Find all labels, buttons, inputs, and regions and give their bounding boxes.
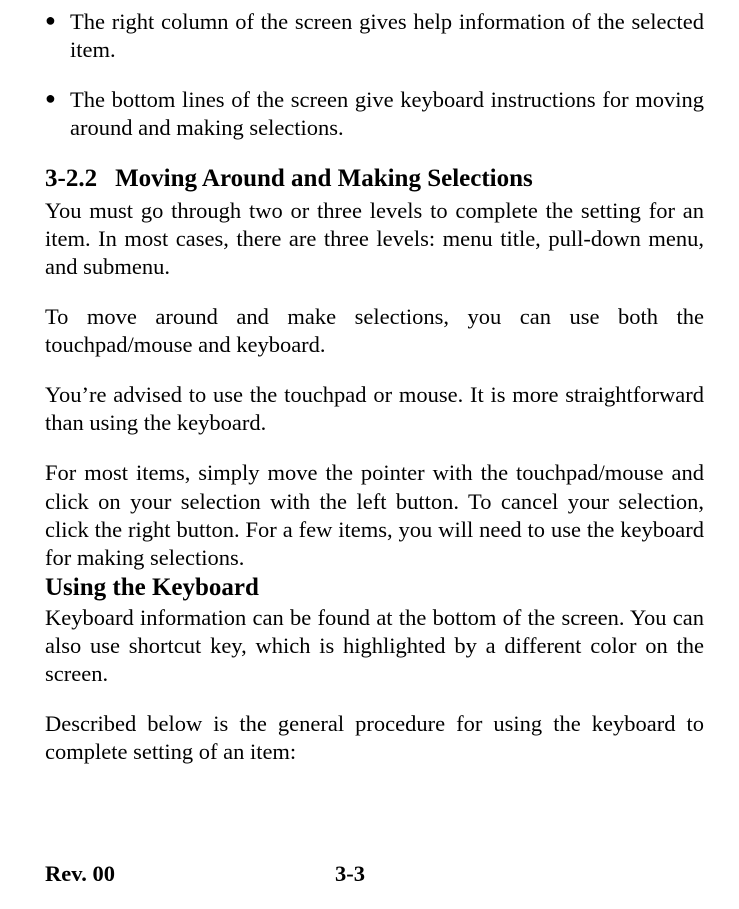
section-number: 3-2.2 xyxy=(45,165,97,193)
bullet-icon: ● xyxy=(45,8,70,64)
sub-heading: Using the Keyboard xyxy=(45,574,704,602)
bullet-icon: ● xyxy=(45,86,70,142)
bullet-item-1: ● The right column of the screen gives h… xyxy=(45,8,704,64)
footer-revision: Rev. 00 xyxy=(45,861,335,887)
paragraph: Described below is the general procedure… xyxy=(45,710,704,766)
bullet-text: The bottom lines of the screen give keyb… xyxy=(70,86,704,142)
paragraph: You must go through two or three levels … xyxy=(45,197,704,281)
paragraph: You’re advised to use the touchpad or mo… xyxy=(45,381,704,437)
footer: Rev. 00 3-3 xyxy=(45,861,704,887)
paragraph: To move around and make selections, you … xyxy=(45,303,704,359)
paragraph: For most items, simply move the pointer … xyxy=(45,459,704,572)
bullet-item-2: ● The bottom lines of the screen give ke… xyxy=(45,86,704,142)
section-heading: 3-2.2 Moving Around and Making Selections xyxy=(45,165,704,193)
section-title: Moving Around and Making Selections xyxy=(115,165,533,192)
footer-page-number: 3-3 xyxy=(335,861,365,887)
paragraph: Keyboard information can be found at the… xyxy=(45,604,704,688)
bullet-text: The right column of the screen gives hel… xyxy=(70,8,704,64)
